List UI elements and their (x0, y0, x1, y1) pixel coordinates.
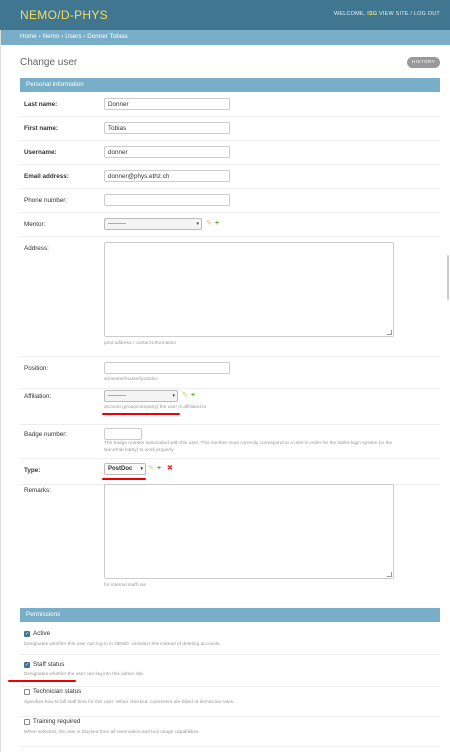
pencil-icon[interactable]: ✎ (182, 392, 188, 400)
personal-info-fieldset: Personal information Last name: Donner F… (20, 78, 440, 598)
badge-help: The badge number associated with this us… (104, 441, 393, 446)
affiliation-help: account (group/company) the user is affi… (104, 405, 207, 410)
site-header: NEMO/D-PHYS WELCOME, ISG VIEW SITE / LOG… (0, 0, 450, 30)
badge-row: Badge number: The badge number associate… (20, 424, 440, 459)
first-name-row: First name: Tobias (20, 116, 440, 141)
affiliation-row: Affiliation: --------- ▾ ✎ + account (gr… (20, 388, 440, 425)
training-row: Training required When selected, the use… (20, 716, 440, 747)
annotation-underline (102, 478, 146, 480)
view-site-link[interactable]: VIEW SITE (379, 11, 409, 17)
phone-label: Phone number: (24, 197, 68, 204)
user-tools: WELCOME, ISG VIEW SITE / LOG OUT (333, 11, 440, 17)
position-label: Position: (24, 365, 49, 372)
remarks-row: Remarks: for internal staff use (20, 484, 440, 598)
breadcrumb: Home › Nemo › Users › Donner Tobias (0, 30, 450, 45)
annotation-underline (102, 413, 180, 415)
username-label: Username: (24, 149, 57, 156)
resize-handle-icon[interactable] (387, 572, 392, 577)
breadcrumb-current: Donner Tobias (87, 33, 128, 40)
badge-number-field[interactable] (104, 428, 142, 440)
logout-link[interactable]: LOG OUT (414, 11, 440, 17)
training-required-checkbox[interactable] (24, 719, 30, 725)
pencil-icon[interactable]: ✎ (206, 220, 212, 228)
staff-status-checkbox[interactable] (24, 662, 30, 668)
staff-row: Staff status Designates whether the user… (8, 654, 440, 687)
first-name-field[interactable]: Tobias (104, 122, 230, 134)
active-label: Active (33, 630, 51, 637)
staff-status-help: Designates whether the user can log into… (24, 672, 145, 677)
email-field[interactable]: donner@phys.ethz.ch (104, 170, 230, 182)
scrollbar[interactable] (446, 30, 450, 752)
personal-info-heading: Personal information (20, 78, 440, 92)
affiliation-select[interactable]: --------- ▾ (104, 390, 178, 402)
badge-help-2: NanoFab lobby) to work properly. (104, 448, 175, 453)
type-label: Type: (24, 467, 41, 474)
mentor-label: Mentor: (24, 221, 46, 228)
technician-status-help: Specifies how to bill staff time for thi… (24, 700, 235, 705)
training-required-label: Training required (33, 718, 81, 725)
plus-icon[interactable]: + (215, 220, 219, 228)
technician-status-checkbox[interactable] (24, 689, 30, 695)
mentor-row: Mentor: --------- ▾ ✎ + (20, 212, 440, 237)
plus-icon[interactable]: + (191, 392, 195, 400)
chevron-down-icon: ▾ (140, 466, 143, 472)
welcome-text: WELCOME, (333, 11, 366, 17)
site-brand[interactable]: NEMO/D-PHYS (20, 8, 108, 22)
breadcrumb-users[interactable]: Users (65, 33, 81, 40)
phone-row: Phone number: (20, 188, 440, 213)
chevron-down-icon: ▾ (172, 393, 175, 399)
permissions-fieldset: Permissions Active Designates whether th… (8, 608, 440, 752)
address-label: Address: (24, 245, 49, 252)
permissions-heading: Permissions (20, 608, 440, 622)
affiliation-label: Affiliation: (24, 393, 52, 400)
active-row: Active Designates whether this user can … (20, 622, 440, 655)
last-name-row: Last name: Donner (20, 92, 440, 117)
email-label: Email address: (24, 173, 69, 180)
remarks-help: for internal staff use (104, 583, 147, 588)
page-edge (0, 30, 1, 752)
type-select[interactable]: PostDoc ▾ (104, 463, 146, 475)
breadcrumb-home[interactable]: Home (20, 33, 37, 40)
badge-label: Badge number: (24, 431, 68, 438)
page-title: Change user (20, 57, 78, 68)
active-checkbox[interactable] (24, 631, 30, 637)
scrollbar-thumb[interactable] (447, 255, 449, 300)
pencil-icon[interactable]: ✎ (148, 465, 154, 473)
staff-status-label: Staff status (33, 661, 65, 668)
history-button[interactable]: HISTORY (407, 57, 440, 68)
first-name-label: First name: (24, 125, 58, 132)
chevron-down-icon: ▾ (196, 221, 199, 227)
mentor-select[interactable]: --------- ▾ (104, 218, 202, 230)
address-textarea[interactable] (104, 242, 394, 337)
training-required-help: When selected, the user is blocked from … (24, 730, 200, 735)
email-row: Email address: donner@phys.ethz.ch (20, 164, 440, 189)
last-name-field[interactable]: Donner (104, 98, 230, 110)
address-help: post address / contact information (104, 341, 176, 346)
username-badge: ISG (367, 11, 378, 17)
type-row: Type: PostDoc ▾ ✎ + ✖ (20, 458, 440, 485)
active-help: Designates whether this user can log in … (24, 642, 222, 647)
address-row: Address: post address / contact informat… (20, 236, 440, 357)
remarks-textarea[interactable] (104, 484, 394, 579)
plus-icon[interactable]: + (157, 465, 161, 473)
last-name-label: Last name: (24, 101, 58, 108)
position-row: Position: semester/master/postdoc (20, 356, 440, 389)
username-field[interactable]: donner (104, 146, 230, 158)
position-field[interactable] (104, 362, 230, 374)
username-row: Username: donner (20, 140, 440, 165)
position-help: semester/master/postdoc (104, 377, 158, 382)
remarks-label: Remarks: (24, 487, 51, 494)
technician-status-label: Technician status (33, 688, 82, 695)
phone-field[interactable] (104, 194, 230, 206)
technician-row: Technician status Specifies how to bill … (20, 686, 440, 717)
annotation-underline (8, 680, 76, 682)
breadcrumb-nemo[interactable]: Nemo (43, 33, 60, 40)
resize-handle-icon[interactable] (387, 330, 392, 335)
delete-icon[interactable]: ✖ (167, 465, 173, 473)
